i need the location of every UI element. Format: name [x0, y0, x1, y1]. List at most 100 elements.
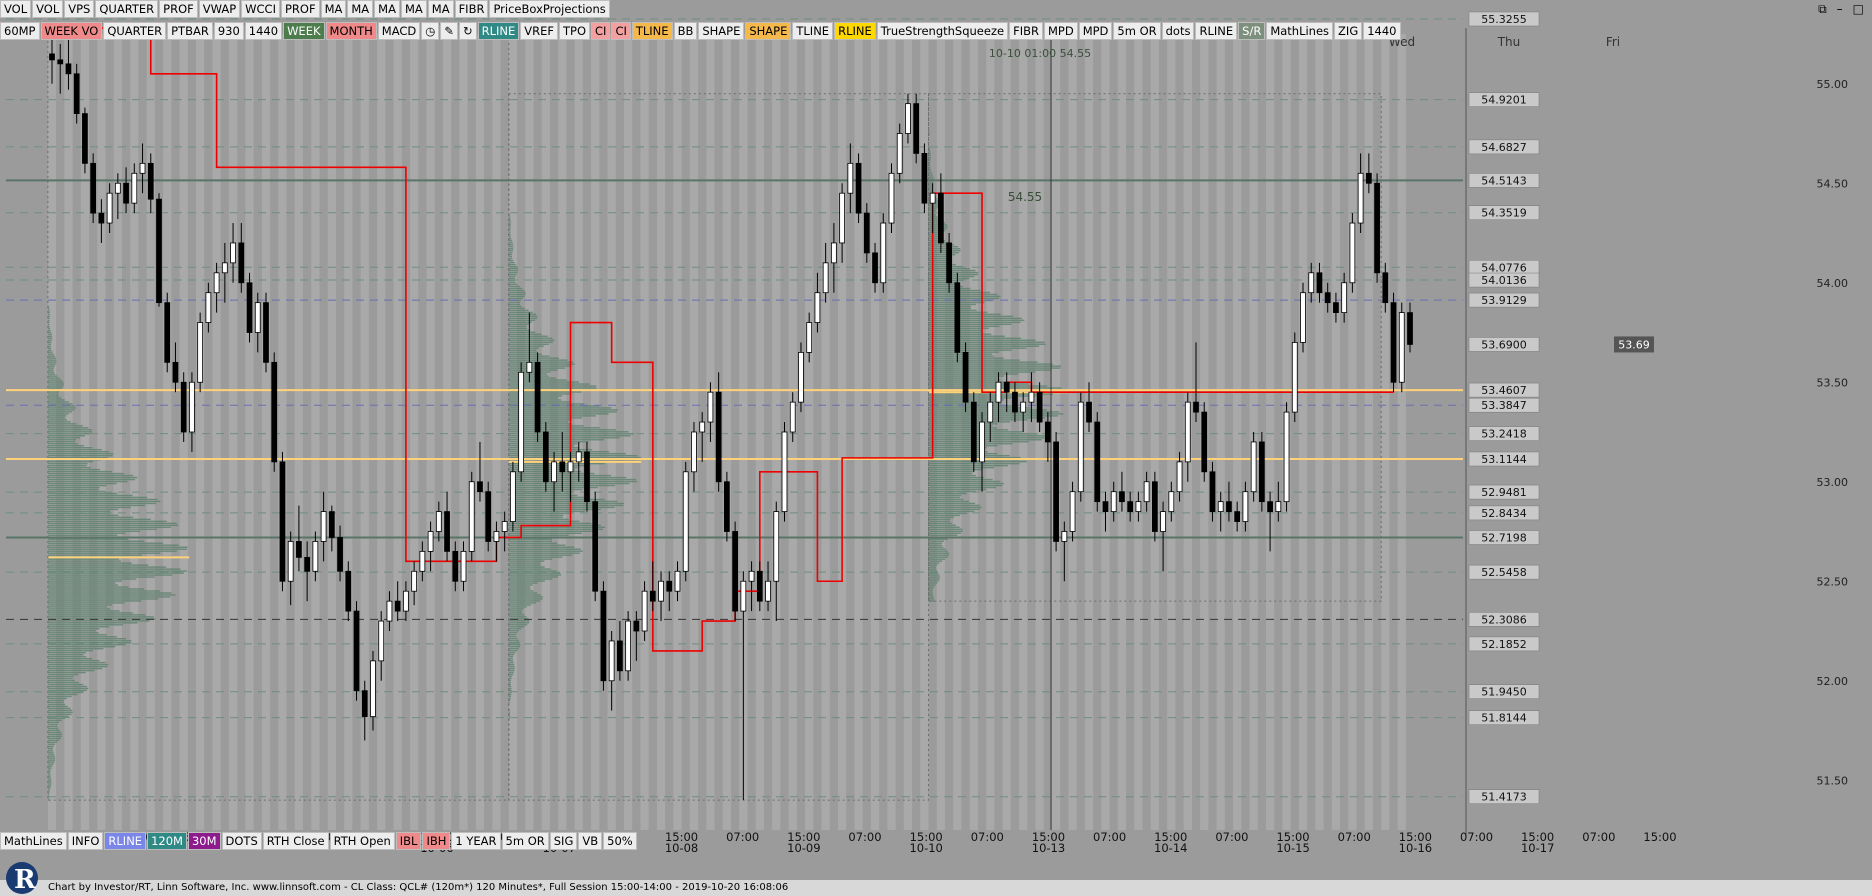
toolbar-button-sig[interactable]: SIG: [549, 832, 578, 850]
profile-bin: [47, 526, 171, 529]
profile-bin: [928, 190, 933, 192]
toolbar-button-1-year[interactable]: 1 YEAR: [451, 832, 501, 850]
price-chart[interactable]: 55.00 54.50 54.00 53.50 53.00 52.50 52.00 51.50…: [0, 0, 1872, 896]
toolbar-button-priceboxprojections[interactable]: PriceBoxProjections: [489, 0, 610, 18]
toolbar-button-fibr[interactable]: FIBR: [1009, 22, 1043, 40]
toolbar-button-quarter[interactable]: QUARTER: [95, 0, 159, 18]
toolbar-button-truestrengthsqueeze[interactable]: TrueStrengthSqueeze: [876, 22, 1009, 40]
toolbar-button-vps[interactable]: VPS: [64, 0, 95, 18]
refresh-icon[interactable]: ↻: [458, 22, 477, 40]
toolbar-button-ma[interactable]: MA: [320, 0, 347, 18]
profile-bin: [928, 387, 1062, 389]
toolbar-button-shape[interactable]: SHAPE: [745, 22, 792, 40]
toolbar-button-ibl[interactable]: IBL: [395, 832, 422, 850]
profile-bin: [47, 407, 76, 409]
toolbar-button-60mp[interactable]: 60MP: [0, 22, 40, 40]
toolbar-button-rline[interactable]: RLINE: [104, 832, 147, 850]
last-price-label: 53.69: [1618, 338, 1650, 351]
profile-bin: [928, 373, 1019, 375]
toolbar-button-50-[interactable]: 50%: [603, 832, 637, 850]
profile-bin: [508, 648, 519, 650]
toolbar-button-5m-or[interactable]: 5m OR: [1113, 22, 1161, 40]
toolbar-button-week-vo[interactable]: WEEK VO: [40, 22, 103, 40]
toolbar-button-shape[interactable]: SHAPE: [698, 22, 745, 40]
toolbar-button-1440[interactable]: 1440: [1363, 22, 1401, 40]
candle: [559, 461, 566, 473]
candle: [328, 511, 335, 538]
toolbar-button-wcci[interactable]: WCCI: [241, 0, 280, 18]
toolbar-button-zig[interactable]: ZIG: [1334, 22, 1363, 40]
profile-bin: [47, 606, 108, 608]
profile-bin: [508, 317, 538, 320]
profile-bin: [47, 427, 89, 429]
toolbar-button-tpo[interactable]: TPO: [559, 22, 591, 40]
toolbar-button-week[interactable]: WEEK: [283, 22, 325, 40]
toolbar-button-ci[interactable]: CI: [591, 22, 611, 40]
toolbar-button-1440[interactable]: 1440: [244, 22, 283, 40]
window-controls[interactable]: ⧉ – □: [1810, 0, 1872, 18]
toolbar-button-prof[interactable]: PROF: [280, 0, 320, 18]
toolbar-button-dots[interactable]: dots: [1161, 22, 1195, 40]
toolbar-button-ibh[interactable]: IBH: [422, 832, 451, 850]
profile-bin: [928, 566, 937, 568]
profile-bin: [47, 737, 61, 739]
profile-bin: [47, 757, 56, 759]
toolbar-button-dots[interactable]: DOTS: [221, 832, 262, 850]
profile-bin: [508, 494, 578, 497]
toolbar-button-ma[interactable]: MA: [427, 0, 454, 18]
pencil-icon[interactable]: ✎: [440, 22, 458, 40]
candle: [1201, 411, 1208, 473]
restore-icon[interactable]: ⧉: [1818, 0, 1827, 18]
toolbar-button-vol[interactable]: VOL: [32, 0, 64, 18]
profile-bin: [508, 586, 531, 588]
toolbar-button-rline[interactable]: RLINE: [834, 22, 876, 40]
toolbar-button-mathlines[interactable]: MathLines: [0, 832, 67, 850]
toolbar-button-mpd[interactable]: MPD: [1043, 22, 1078, 40]
toolbar-button-macd[interactable]: MACD: [377, 22, 421, 40]
toolbar-button-vref[interactable]: VREF: [520, 22, 558, 40]
toolbar-button-quarter[interactable]: QUARTER: [103, 22, 167, 40]
toolbar-button-tline[interactable]: TLINE: [792, 22, 834, 40]
toolbar-button-rline[interactable]: RLINE: [477, 22, 520, 40]
profile-bin: [928, 307, 971, 310]
toolbar-button-ma[interactable]: MA: [374, 0, 400, 18]
minimize-icon[interactable]: –: [1837, 0, 1843, 18]
toolbar-button-930[interactable]: 930: [213, 22, 244, 40]
profile-bin: [47, 554, 142, 556]
profile-bin: [508, 622, 530, 624]
candle: [699, 421, 706, 433]
toolbar-button-bb[interactable]: BB: [673, 22, 698, 40]
toolbar-button-120m[interactable]: 120M: [147, 832, 187, 850]
candle: [1349, 222, 1356, 284]
profile-bin: [928, 492, 967, 495]
toolbar-button-vwap[interactable]: VWAP: [198, 0, 241, 18]
toolbar-button-vol[interactable]: VOL: [0, 0, 32, 18]
toolbar-button-mathlines[interactable]: MathLines: [1266, 22, 1334, 40]
toolbar-button-rth-close[interactable]: RTH Close: [262, 832, 329, 850]
toolbar-button-rline[interactable]: RLINE: [1195, 22, 1238, 40]
toolbar-button-s-r[interactable]: S/R: [1238, 22, 1266, 40]
profile-bin: [47, 616, 154, 618]
toolbar-button-5m-or[interactable]: 5m OR: [501, 832, 549, 850]
toolbar-button-rth-open[interactable]: RTH Open: [329, 832, 395, 850]
toolbar-button-fibr[interactable]: FIBR: [454, 0, 489, 18]
toolbar-button-mpd[interactable]: MPD: [1078, 22, 1113, 40]
profile-bin: [928, 594, 934, 596]
toolbar-button-30m[interactable]: 30M: [187, 832, 221, 850]
clock-icon[interactable]: ◷: [421, 22, 440, 40]
toolbar-button-ci[interactable]: CI: [611, 22, 631, 40]
profile-bin: [508, 431, 629, 433]
toolbar-button-ma[interactable]: MA: [347, 0, 374, 18]
profile-bin: [47, 681, 79, 684]
profile-bin: [47, 596, 171, 598]
maximize-icon[interactable]: □: [1853, 0, 1864, 18]
toolbar-button-ma[interactable]: MA: [400, 0, 427, 18]
profile-bin: [47, 494, 133, 497]
toolbar-button-ptbar[interactable]: PTBAR: [167, 22, 213, 40]
toolbar-button-tline[interactable]: TLINE: [631, 22, 673, 40]
toolbar-button-month[interactable]: MONTH: [325, 22, 377, 40]
profile-bin: [47, 343, 52, 345]
toolbar-button-info[interactable]: INFO: [67, 832, 104, 850]
toolbar-button-prof[interactable]: PROF: [159, 0, 198, 18]
toolbar-button-vb[interactable]: VB: [578, 832, 603, 850]
